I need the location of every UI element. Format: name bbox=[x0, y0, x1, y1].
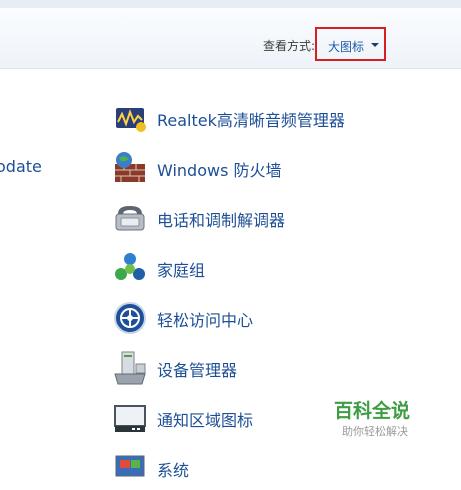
realtek-audio-icon bbox=[112, 100, 148, 136]
homegroup-icon bbox=[112, 250, 148, 286]
control-panel-item-system[interactable]: 系统 bbox=[112, 450, 372, 486]
baike-watermark: 百科全说 助你轻松解决 bbox=[330, 396, 440, 444]
view-by-label: 查看方式: bbox=[263, 39, 316, 53]
control-panel-item-firewall[interactable]: Windows 防火墙 bbox=[112, 150, 372, 186]
view-by-value[interactable]: 大图标 bbox=[328, 38, 364, 55]
item-label: Windows 防火墙 bbox=[157, 161, 282, 180]
device-manager-icon bbox=[112, 350, 148, 386]
item-label: 通知区域图标 bbox=[157, 411, 254, 430]
control-panel-item-realtek[interactable]: Realtek高清晰音频管理器 bbox=[112, 100, 372, 136]
view-by-dropdown[interactable]: 大图标 bbox=[315, 27, 386, 61]
item-label: Realtek高清晰音频管理器 bbox=[157, 111, 345, 130]
firewall-icon bbox=[112, 150, 148, 186]
system-icon bbox=[112, 450, 148, 486]
top-strip bbox=[0, 0, 461, 8]
chevron-down-icon[interactable] bbox=[371, 43, 379, 47]
control-panel-item-device-manager[interactable]: 设备管理器 bbox=[112, 350, 372, 386]
item-label: 设备管理器 bbox=[157, 361, 238, 380]
control-panel-item-homegroup[interactable]: 家庭组 bbox=[112, 250, 372, 286]
ease-of-access-icon bbox=[112, 300, 148, 336]
item-label: 轻松访问中心 bbox=[157, 311, 254, 330]
watermark-sub: 助你轻松解决 bbox=[342, 425, 408, 438]
notification-area-icon bbox=[112, 400, 148, 436]
watermark-main: 百科全说 bbox=[334, 400, 411, 422]
item-label: 系统 bbox=[157, 461, 190, 480]
control-panel-item-phone-modem[interactable]: 电话和调制解调器 bbox=[112, 200, 372, 236]
control-panel-item-ease-of-access[interactable]: 轻松访问中心 bbox=[112, 300, 372, 336]
item-label: 电话和调制解调器 bbox=[157, 211, 286, 230]
phone-modem-icon bbox=[112, 200, 148, 236]
windows-update-item[interactable]: odate bbox=[0, 157, 42, 176]
view-header: 查看方式: 大图标 bbox=[0, 8, 461, 69]
item-label: 家庭组 bbox=[157, 261, 206, 280]
